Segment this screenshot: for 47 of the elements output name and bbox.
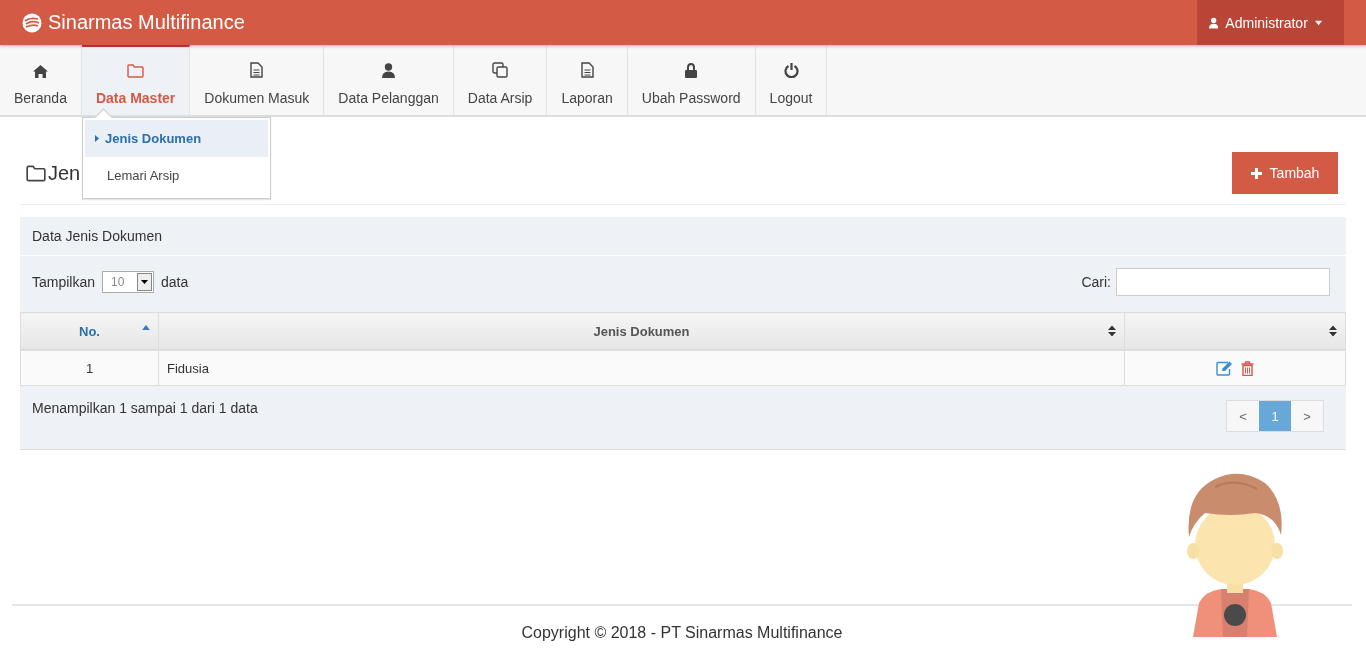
home-icon [32,65,48,78]
folder-icon [127,64,145,78]
copy-icon [492,62,509,78]
brand-name[interactable]: Sinarmas Multifinance [48,11,245,34]
folder-icon [26,164,46,182]
nav-item[interactable]: Beranda [0,45,82,115]
caret-icon [141,280,149,284]
caret-icon [1314,19,1322,26]
page-title: Jen [26,161,81,185]
user-menu[interactable]: Administrator [1197,0,1344,45]
nav-item[interactable]: Data Arsip [453,45,548,115]
nav-item[interactable]: Logout [755,45,828,115]
copyright-text: Copyright © 2018 - PT Sinarmas Multifinance [521,624,843,641]
user-icon [382,63,396,78]
nav-item[interactable]: Laporan [547,45,628,115]
document-icon [250,62,264,78]
search-label: Cari: [1081,274,1111,290]
logo-icon [22,12,42,33]
table-cell: Fidusia [167,360,209,376]
add-button[interactable]: Tambah [1232,152,1338,194]
power-icon [783,62,799,78]
nav-item[interactable]: Data Pelanggan [324,45,454,115]
panel-heading: Data Jenis Dokumen [20,217,1346,256]
plus-icon [1250,167,1262,179]
lock-icon [685,63,698,78]
table-cell: 1 [85,360,94,376]
edit-icon [1216,361,1233,377]
menu-item[interactable]: Lemari Arsip [85,157,268,194]
edit-button[interactable] [1216,361,1233,377]
page-button[interactable]: > [1291,401,1323,431]
document-icon [580,62,594,78]
caret-icon [95,135,99,142]
length-suffix: data [161,274,189,290]
column-header[interactable]: Jenis Dokumen [158,312,1125,350]
nav-item[interactable]: Data Master [81,45,191,115]
page-length-select[interactable]: 10 [102,271,155,293]
nav-item[interactable]: Dokumen Masuk [190,45,325,115]
nav-item[interactable]: Ubah Password [627,45,756,115]
search-field[interactable] [1116,268,1330,296]
trash-icon [1241,361,1254,377]
menu-item[interactable]: Jenis Dokumen [85,120,268,157]
user-icon [1209,15,1219,30]
delete-button[interactable] [1241,361,1254,377]
length-label: Tampilkan [32,274,96,290]
table-info: Menampilkan 1 sampai 1 dari 1 data [32,400,258,416]
page-button[interactable]: < [1227,401,1259,431]
column-header[interactable]: No. [20,312,159,350]
